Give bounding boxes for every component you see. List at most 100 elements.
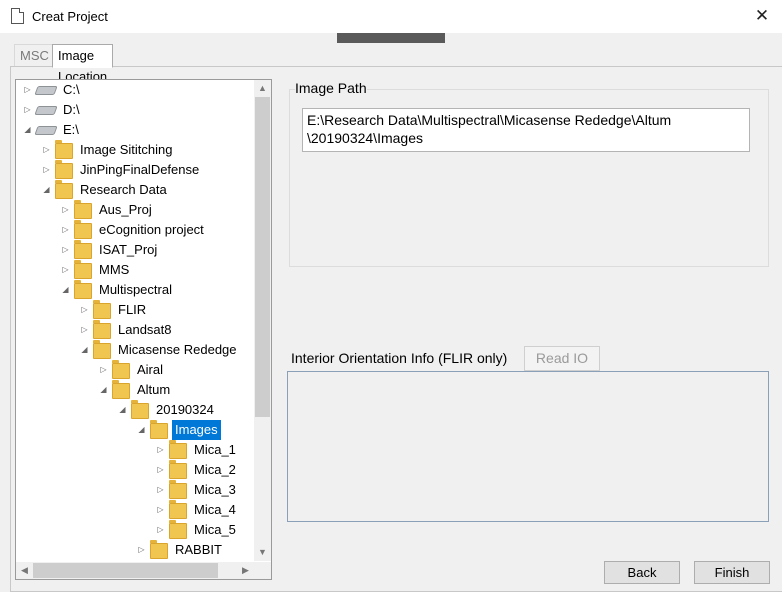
expand-arrow-icon[interactable]: ▷ xyxy=(99,360,108,380)
tree-item-label: JinPingFinalDefense xyxy=(80,162,200,177)
tree-item-label: Image Sititching xyxy=(80,142,173,157)
expand-arrow-icon[interactable]: ▷ xyxy=(23,80,32,100)
folder-icon xyxy=(74,199,92,219)
folder-icon xyxy=(74,259,92,279)
collapse-arrow-icon[interactable]: ◢ xyxy=(42,180,51,200)
image-path-title: Image Path xyxy=(295,80,367,96)
tree-item[interactable]: ◢ 20190324 xyxy=(118,399,217,420)
expand-arrow-icon[interactable]: ▷ xyxy=(61,260,70,280)
image-path-field[interactable]: E:\Research Data\Multispectral\Micasense… xyxy=(302,108,750,152)
vertical-scrollbar[interactable]: ▲ ▼ xyxy=(254,80,271,561)
tree-item[interactable]: ▷ Mica_2 xyxy=(156,459,239,480)
folder-icon xyxy=(55,179,73,199)
expand-arrow-icon[interactable]: ▷ xyxy=(156,520,165,540)
tree-item-label: ISAT_Proj xyxy=(99,242,158,257)
expand-arrow-icon[interactable]: ▷ xyxy=(137,540,146,560)
tree-item[interactable]: ▷ MMS xyxy=(61,259,132,280)
folder-icon xyxy=(55,159,73,179)
folder-icon xyxy=(93,319,111,339)
folder-icon xyxy=(169,499,187,519)
tree-item[interactable]: ▷ ISAT_Proj xyxy=(61,239,160,260)
tree-item[interactable]: ◢ Multispectral xyxy=(61,279,175,300)
tree-item[interactable]: ▷ Image Sititching xyxy=(42,139,176,160)
collapse-arrow-icon[interactable]: ◢ xyxy=(23,120,32,140)
horizontal-scrollbar[interactable]: ◀ ▶ xyxy=(16,562,254,579)
scroll-right-icon[interactable]: ▶ xyxy=(237,562,254,579)
folder-icon xyxy=(112,379,130,399)
folder-icon xyxy=(74,219,92,239)
tree-item[interactable]: ▷ Landsat8 xyxy=(80,319,175,340)
folder-icon xyxy=(55,139,73,159)
expand-arrow-icon[interactable]: ▷ xyxy=(80,300,89,320)
tree-item[interactable]: ◢ Altum xyxy=(99,379,173,400)
expand-arrow-icon[interactable]: ▷ xyxy=(42,160,51,180)
tree-item[interactable]: ▷ RABBIT xyxy=(137,539,225,560)
collapse-arrow-icon[interactable]: ◢ xyxy=(99,380,108,400)
expand-arrow-icon[interactable]: ▷ xyxy=(42,140,51,160)
tree-item-label: RABBIT xyxy=(175,542,222,557)
folder-icon xyxy=(93,339,111,359)
tree-item[interactable]: ◢ Images xyxy=(137,419,221,440)
expand-arrow-icon[interactable]: ▷ xyxy=(61,200,70,220)
tree-item[interactable]: ▷ eCognition project xyxy=(61,219,207,240)
expand-arrow-icon[interactable]: ▷ xyxy=(156,500,165,520)
collapse-arrow-icon[interactable]: ◢ xyxy=(61,280,70,300)
interior-orientation-box[interactable] xyxy=(287,371,769,522)
expand-arrow-icon[interactable]: ▷ xyxy=(156,460,165,480)
tree-item[interactable]: ▷ Mica_1 xyxy=(156,439,239,460)
close-button[interactable]: ✕ xyxy=(752,6,772,26)
tree-item[interactable]: ▷ Airal xyxy=(99,359,166,380)
expand-arrow-icon[interactable]: ▷ xyxy=(61,240,70,260)
tree-item-label: Micasense Rededge xyxy=(118,342,237,357)
drag-handle[interactable] xyxy=(337,33,445,43)
folder-icon xyxy=(169,439,187,459)
folder-icon xyxy=(150,539,168,559)
back-button[interactable]: Back xyxy=(604,561,680,584)
expand-arrow-icon[interactable]: ▷ xyxy=(80,320,89,340)
tree-item[interactable]: ◢ E:\ xyxy=(23,120,82,140)
collapse-arrow-icon[interactable]: ◢ xyxy=(137,420,146,440)
folder-icon xyxy=(112,359,130,379)
tree-item-label: C:\ xyxy=(63,82,80,97)
tree-item-label: Images xyxy=(172,420,221,440)
expand-arrow-icon[interactable]: ▷ xyxy=(23,100,32,120)
scroll-up-icon[interactable]: ▲ xyxy=(254,80,271,97)
horizontal-scroll-thumb[interactable] xyxy=(33,563,218,578)
vertical-scroll-thumb[interactable] xyxy=(255,97,270,417)
folder-tree[interactable]: ▷ C:\ ▷ D:\ ◢ E:\ ▷ Image Sititching ▷ JinPingFin… xyxy=(15,79,272,580)
tree-item-label: Mica_2 xyxy=(194,462,236,477)
scroll-down-icon[interactable]: ▼ xyxy=(254,544,271,561)
tree-item[interactable]: ▷ JinPingFinalDefense xyxy=(42,159,202,180)
tree-item[interactable]: ▷ C:\ xyxy=(23,80,83,100)
tree-item[interactable]: ▷ FLIR xyxy=(80,299,149,320)
tree-item[interactable]: ▷ D:\ xyxy=(23,100,83,120)
tree-item-label: Airal xyxy=(137,362,164,377)
tree-item[interactable]: ▷ Mica_4 xyxy=(156,499,239,520)
tree-item-label: Research Data xyxy=(80,182,167,197)
read-io-button[interactable]: Read IO xyxy=(524,346,600,371)
tree-item-label: Mica_3 xyxy=(194,482,236,497)
tree-item[interactable]: ▷ Aus_Proj xyxy=(61,199,155,220)
expand-arrow-icon[interactable]: ▷ xyxy=(156,480,165,500)
tree-item[interactable]: ◢ Research Data xyxy=(42,179,170,200)
tree-item-label: Altum xyxy=(137,382,171,397)
expand-arrow-icon[interactable]: ▷ xyxy=(61,220,70,240)
tab-image-location[interactable]: Image Location xyxy=(52,44,114,84)
collapse-arrow-icon[interactable]: ◢ xyxy=(80,340,89,360)
collapse-arrow-icon[interactable]: ◢ xyxy=(118,400,127,420)
folder-icon xyxy=(74,279,92,299)
folder-icon xyxy=(169,459,187,479)
tree-item[interactable]: ◢ Micasense Rededge xyxy=(80,339,240,360)
tree-item-label: FLIR xyxy=(118,302,147,317)
folder-icon xyxy=(93,299,111,319)
finish-button[interactable]: Finish xyxy=(694,561,770,584)
tree-item-label: Multispectral xyxy=(99,282,172,297)
tree-item[interactable]: ▷ Mica_5 xyxy=(156,519,239,540)
tree-item[interactable]: ▷ Mica_3 xyxy=(156,479,239,500)
expand-arrow-icon[interactable]: ▷ xyxy=(156,440,165,460)
scroll-left-icon[interactable]: ◀ xyxy=(16,562,33,579)
tree-item-label: Aus_Proj xyxy=(99,202,152,217)
tree-item-label: eCognition project xyxy=(99,222,204,237)
tree-item-label: MMS xyxy=(99,262,130,277)
tab-msc[interactable]: MSC xyxy=(14,44,55,66)
